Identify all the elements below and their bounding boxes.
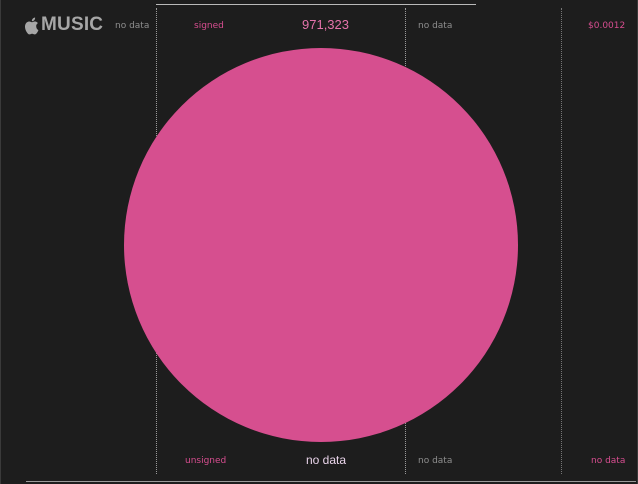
header-right-status: no data [418, 21, 453, 31]
signed-label: signed [194, 21, 224, 31]
brand-text: MUSIC [41, 14, 104, 35]
unsigned-label: unsigned [185, 456, 227, 466]
column-divider-right [561, 8, 562, 474]
left-border [0, 0, 1, 484]
apple-music-logo: MUSIC [25, 13, 103, 37]
footer-center-status: no data [306, 453, 347, 467]
total-count: 971,323 [302, 17, 349, 32]
signed-circle [120, 44, 522, 446]
price-value: $0.0012 [588, 21, 626, 31]
page: MUSIC no data signed 971,323 no data $0.… [0, 0, 638, 484]
footer-far-right-status: no data [591, 456, 626, 466]
top-divider [156, 4, 476, 5]
bottom-divider [26, 481, 636, 482]
footer-right-status: no data [418, 456, 453, 466]
apple-icon [25, 16, 40, 35]
header-left-status: no data [115, 21, 150, 31]
